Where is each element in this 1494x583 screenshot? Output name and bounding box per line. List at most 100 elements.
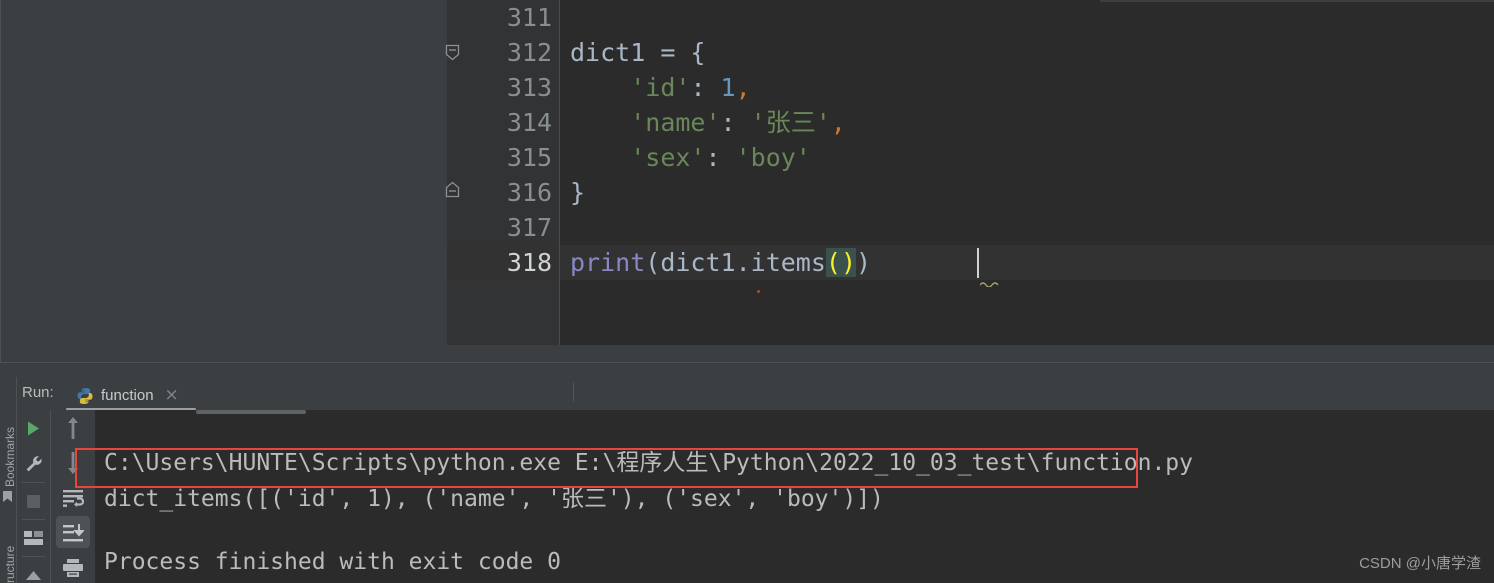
run-tab-label: function (101, 387, 154, 404)
layout-icon (24, 530, 43, 545)
soft-wrap-icon (63, 489, 84, 507)
code-token: : (705, 143, 736, 172)
run-console-output[interactable]: C:\Users\HUNTE\Scripts\python.exe E:\程序人… (96, 410, 1494, 583)
line-number: 313 (506, 73, 552, 102)
printer-icon (63, 558, 83, 577)
arrow-down-icon (68, 451, 78, 474)
code-line[interactable]: 'sex': 'boy' (560, 140, 1494, 175)
code-token: 'name' (630, 108, 721, 137)
editor-top-strip (1100, 0, 1494, 2)
code-line[interactable] (560, 0, 1494, 35)
code-line-text: print(dict1.items()) (570, 245, 871, 280)
gutter-row[interactable]: 317 (447, 210, 559, 245)
gutter-row[interactable]: 312 (445, 35, 559, 70)
fold-collapse-bottom-icon[interactable] (445, 181, 460, 198)
console-exit-line: Process finished with exit code 0 (104, 549, 561, 575)
code-line[interactable]: } (560, 175, 1494, 210)
settings-button[interactable] (17, 446, 50, 482)
rerun-button[interactable] (17, 410, 50, 446)
code-token: 1 (720, 73, 736, 102)
editor-horizontal-scrollbar[interactable] (447, 345, 1494, 362)
code-line-text: 'name': '张三', (570, 105, 846, 140)
run-tool-window-header: Run: function × (0, 377, 1494, 411)
stop-button[interactable] (17, 483, 50, 519)
code-token: print (570, 248, 646, 277)
line-number: 316 (506, 178, 552, 207)
editor-gutter[interactable]: 311 312 313 314 315 316 317 318 (445, 0, 559, 345)
gutter-row[interactable]: 315 (447, 140, 559, 175)
code-text-area[interactable]: dict1 = { 'id': 1, 'name': '张三', 'sex': … (560, 0, 1494, 345)
gutter-row[interactable]: 313 (447, 70, 559, 105)
code-token: , (735, 73, 751, 102)
sidebar-item-bookmarks[interactable]: Bookmarks (3, 427, 17, 487)
scroll-to-end-icon (63, 523, 84, 541)
line-number: 317 (506, 213, 552, 242)
code-token: } (570, 178, 586, 207)
code-token: ) (856, 248, 872, 277)
bookmark-icon (2, 490, 13, 503)
line-number: 315 (506, 143, 552, 172)
code-token: ( (645, 248, 661, 277)
arrow-up-icon (68, 416, 78, 439)
gutter-row[interactable]: 316 (445, 175, 559, 210)
code-line-text: dict1 = { (570, 35, 705, 70)
chevron-up-icon (26, 571, 41, 580)
code-token: = (660, 38, 691, 67)
console-command-line: C:\Users\HUNTE\Scripts\python.exe E:\程序人… (104, 450, 1193, 476)
run-toolbar-secondary (51, 410, 95, 583)
code-line[interactable]: print(dict1.items()) (560, 245, 1494, 288)
line-number: 312 (506, 38, 552, 67)
run-label: Run: (22, 384, 54, 401)
left-tool-rail: Bookmarks ructure (0, 377, 17, 583)
code-token: : (720, 108, 751, 137)
code-token: : (690, 73, 721, 102)
line-number: 311 (506, 3, 552, 32)
code-token: { (690, 38, 706, 67)
close-icon[interactable]: × (165, 387, 179, 404)
editor-run-panel-splitter[interactable] (0, 362, 1494, 377)
pin-button[interactable] (17, 557, 50, 583)
code-token: dict1 (570, 38, 661, 67)
code-line[interactable] (560, 210, 1494, 245)
code-token: 'sex' (630, 143, 706, 172)
editor-region: 311 312 313 314 315 316 317 318 dict1 = { 'id':… (0, 0, 1494, 377)
text-caret (977, 248, 979, 278)
console-output-line: dict_items([('id', 1), ('name', '张三'), (… (104, 486, 884, 512)
code-line[interactable]: 'id': 1, (560, 70, 1494, 105)
line-number: 314 (506, 108, 552, 137)
error-marker-dot (757, 290, 760, 293)
gutter-row[interactable]: 314 (447, 105, 559, 140)
print-button[interactable] (51, 550, 95, 583)
gutter-row[interactable]: 318 (447, 245, 559, 280)
scroll-to-end-button[interactable] (51, 515, 95, 550)
console-scroll-indicator[interactable] (196, 410, 306, 414)
run-tab-function[interactable]: function × (76, 381, 179, 410)
gutter-row[interactable]: 311 (447, 0, 559, 35)
error-squiggle-icon (979, 274, 1002, 288)
play-icon (28, 421, 39, 435)
soft-wrap-button[interactable] (51, 480, 95, 515)
up-button[interactable] (51, 410, 95, 445)
fold-collapse-top-icon[interactable] (445, 44, 460, 61)
code-token: '张三' (750, 108, 831, 137)
code-token: . (735, 248, 751, 277)
layout-button[interactable] (17, 520, 50, 556)
code-token: , (830, 108, 846, 137)
code-line[interactable]: dict1 = { (560, 35, 1494, 70)
code-editor[interactable]: 311 312 313 314 315 316 317 318 dict1 = { 'id':… (445, 0, 1494, 345)
code-line-text: 'sex': 'boy' (570, 140, 811, 175)
run-toolbar-primary (17, 410, 50, 583)
code-token: () (825, 248, 857, 277)
code-token: 'boy' (735, 143, 811, 172)
watermark: CSDN @小唐学渣 (1359, 555, 1481, 572)
code-line[interactable]: 'name': '张三', (560, 105, 1494, 140)
down-button[interactable] (51, 445, 95, 480)
sidebar-item-structure[interactable]: ructure (3, 546, 17, 583)
line-number: 318 (506, 248, 552, 277)
wrench-icon (26, 456, 42, 472)
editor-left-empty-area (0, 0, 447, 362)
run-tool-window: Run: function × Bookmarks ructure C:\Use… (0, 377, 1494, 583)
